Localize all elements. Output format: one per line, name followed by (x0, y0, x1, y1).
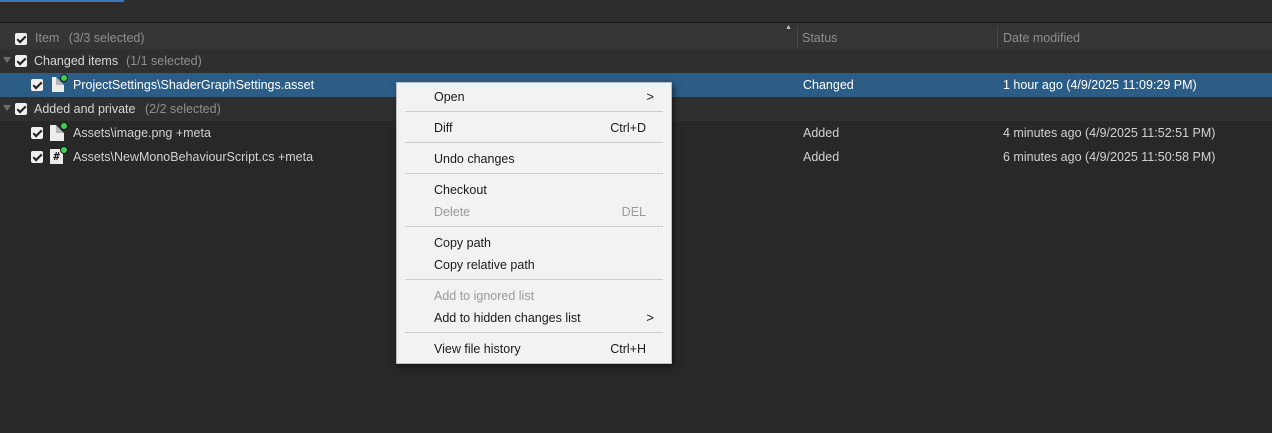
group-header-changed-items[interactable]: Changed items (1/1 selected) (0, 49, 1272, 73)
column-header: Item (3/3 selected) Status Date modified (0, 23, 1272, 51)
submenu-arrow-icon: > (646, 89, 654, 104)
menu-item-label: Diff (434, 121, 453, 135)
row-date: 4 minutes ago (4/9/2025 11:52:51 PM) (1003, 126, 1216, 140)
group-label: Changed items (34, 54, 119, 68)
menu-item-shortcut: DEL (621, 205, 646, 219)
menu-separator (405, 226, 663, 227)
column-separator[interactable] (997, 26, 998, 48)
item-column-header[interactable]: Item (3/3 selected) (35, 23, 145, 50)
expand-triangle-icon[interactable] (3, 105, 11, 111)
row-item-name: ProjectSettings\ShaderGraphSettings.asse… (73, 78, 315, 92)
group-count: (2/2 selected) (145, 102, 221, 116)
item-column-label: Item (35, 31, 60, 45)
menu-separator (405, 173, 663, 174)
menu-item-checkout[interactable]: Checkout (397, 179, 671, 201)
column-separator[interactable] (797, 26, 798, 48)
row-status: Added (803, 150, 840, 164)
row-checkbox[interactable] (31, 127, 43, 139)
menu-item-label: Add to hidden changes list (434, 311, 581, 325)
menu-item-label: Undo changes (434, 152, 515, 166)
menu-item-add-to-hidden-changes-list[interactable]: Add to hidden changes list > (397, 307, 671, 329)
row-status: Changed (803, 78, 854, 92)
status-badge-icon (60, 122, 68, 130)
menu-item-add-to-ignored-list: Add to ignored list (397, 285, 671, 307)
item-column-count: (3/3 selected) (68, 31, 145, 45)
top-toolbar (0, 0, 1272, 23)
status-badge-icon (60, 146, 68, 154)
select-all-checkbox[interactable] (15, 33, 27, 45)
menu-item-view-file-history[interactable]: View file history Ctrl+H (397, 338, 671, 360)
menu-item-copy-path[interactable]: Copy path (397, 232, 671, 254)
menu-item-undo-changes[interactable]: Undo changes (397, 148, 671, 170)
row-item-name: Assets\image.png +meta (73, 126, 211, 140)
menu-item-label: View file history (434, 342, 521, 356)
menu-separator (405, 332, 663, 333)
menu-item-shortcut: Ctrl+H (610, 342, 646, 356)
date-column-header[interactable]: Date modified (1003, 23, 1080, 50)
row-checkbox[interactable] (31, 151, 43, 163)
menu-item-shortcut: Ctrl+D (610, 121, 646, 135)
expand-triangle-icon[interactable] (3, 57, 11, 63)
menu-item-copy-relative-path[interactable]: Copy relative path (397, 254, 671, 276)
group-label: Added and private (34, 102, 136, 116)
sort-ascending-icon: ▲ (785, 24, 792, 31)
submenu-arrow-icon: > (646, 310, 654, 325)
status-column-header[interactable]: Status (802, 23, 837, 50)
menu-item-label: Delete (434, 205, 471, 219)
menu-separator (405, 142, 663, 143)
row-date: 6 minutes ago (4/9/2025 11:50:58 PM) (1003, 150, 1216, 164)
row-checkbox[interactable] (31, 79, 43, 91)
menu-separator (405, 111, 663, 112)
menu-item-open[interactable]: Open > (397, 86, 671, 108)
menu-item-label: Checkout (434, 183, 487, 197)
status-badge-icon (60, 74, 68, 82)
group-checkbox[interactable] (15, 103, 27, 115)
group-checkbox[interactable] (15, 55, 27, 67)
row-status: Added (803, 126, 840, 140)
active-tab-indicator (0, 0, 124, 2)
menu-item-diff[interactable]: Diff Ctrl+D (397, 117, 671, 139)
context-menu: Open > Diff Ctrl+D Undo changes Checkout… (396, 82, 672, 364)
menu-item-label: Copy relative path (434, 258, 535, 272)
menu-item-label: Copy path (434, 236, 491, 250)
menu-item-label: Open (434, 90, 465, 104)
menu-separator (405, 279, 663, 280)
group-count: (1/1 selected) (126, 54, 202, 68)
menu-item-label: Add to ignored list (434, 289, 535, 303)
menu-item-delete: Delete DEL (397, 201, 671, 223)
row-item-name: Assets\NewMonoBehaviourScript.cs +meta (73, 150, 314, 164)
row-date: 1 hour ago (4/9/2025 11:09:29 PM) (1003, 78, 1197, 92)
